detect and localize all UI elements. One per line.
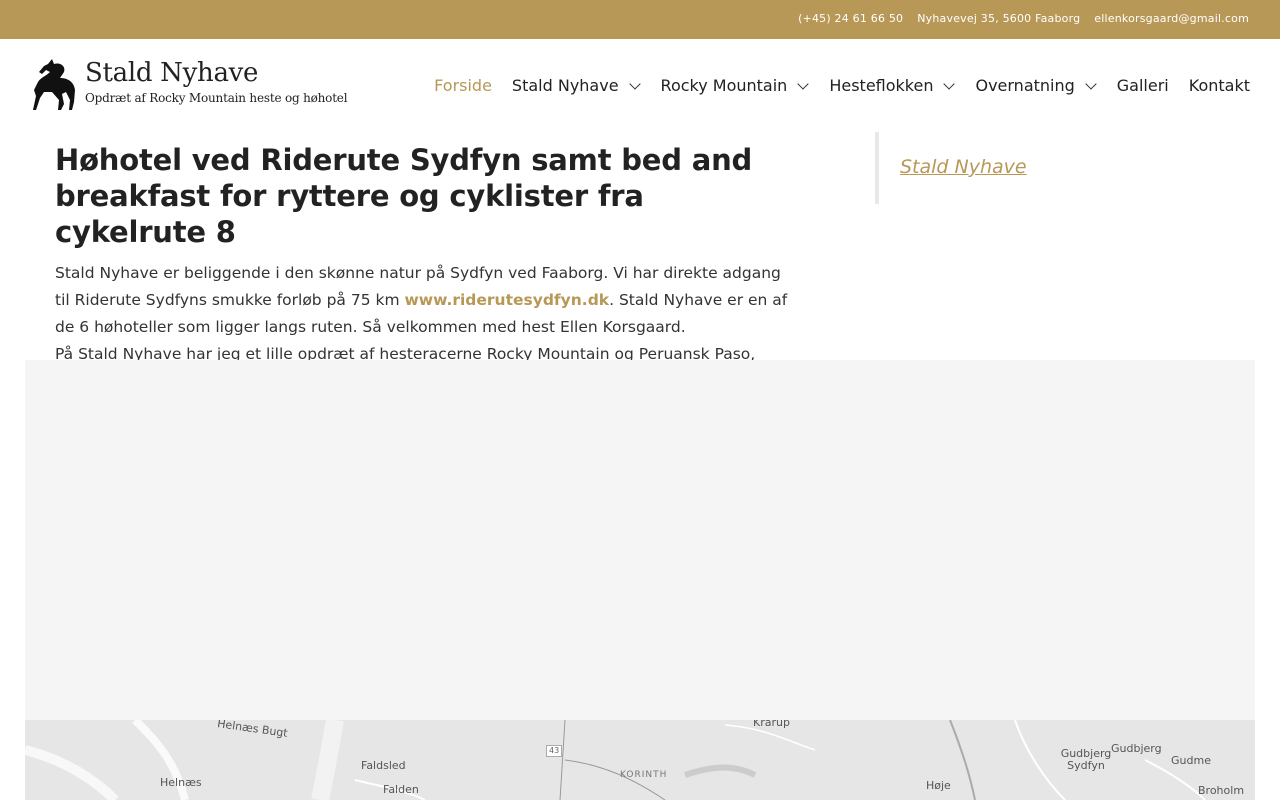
contact-info: (+45) 24 61 66 50 Nyhavevej 35, 5600 Faa… xyxy=(798,12,1249,25)
chevron-down-icon[interactable] xyxy=(797,77,809,90)
nav-label: Forside xyxy=(434,76,492,95)
nav-item-rocky-mountain[interactable]: Rocky Mountain xyxy=(661,76,810,95)
nav-label: Kontakt xyxy=(1188,76,1250,95)
map-label: Gudme xyxy=(1171,754,1211,767)
page-title: Høhotel ved Riderute Sydfyn samt bed and… xyxy=(55,143,753,249)
map-label: Falden xyxy=(383,783,419,796)
site-header: Stald Nyhave Opdræt af Rocky Mountain he… xyxy=(0,39,1280,131)
chevron-down-icon[interactable] xyxy=(628,77,641,90)
riderute-link[interactable]: www.riderutesydfyn.dk xyxy=(404,291,609,309)
nav-label: Overnatning xyxy=(975,76,1075,95)
map-label: Helnæs xyxy=(160,776,202,789)
horse-icon xyxy=(33,59,75,110)
sidebar: Stald Nyhave xyxy=(875,132,1255,204)
intro-paragraph: Stald Nyhave er beliggende i den skønne … xyxy=(55,260,795,341)
map-label: Faldsled xyxy=(361,759,406,772)
nav-item-overnatning[interactable]: Overnatning xyxy=(975,76,1097,95)
main-content: Høhotel ved Riderute Sydfyn samt bed and… xyxy=(55,142,795,395)
nav-label: Stald Nyhave xyxy=(511,76,619,95)
nav-item-forside[interactable]: Forside xyxy=(434,76,492,95)
logo-name: Stald Nyhave xyxy=(85,58,259,88)
email-link[interactable]: ellenkorsgaard@gmail.com xyxy=(1094,12,1249,25)
sidebar-link-stald-nyhave[interactable]: Stald Nyhave xyxy=(900,156,1027,178)
address: Nyhavevej 35, 5600 Faaborg xyxy=(917,12,1081,25)
nav-label: Galleri xyxy=(1116,76,1169,95)
nav-label: Rocky Mountain xyxy=(660,76,788,95)
location-map[interactable]: Helnæs Bugt Helnæs Faldsled Falden KORIN… xyxy=(25,720,1255,800)
logo-tagline: Opdræt af Rocky Mountain heste og høhote… xyxy=(85,91,348,105)
top-contact-bar: (+45) 24 61 66 50 Nyhavevej 35, 5600 Faa… xyxy=(0,0,1280,39)
main-navigation: Forside Stald Nyhave Rocky Mountain Hest… xyxy=(414,76,1250,95)
chevron-down-icon[interactable] xyxy=(1085,77,1097,90)
nav-item-kontakt[interactable]: Kontakt xyxy=(1189,76,1250,95)
chevron-down-icon[interactable] xyxy=(943,77,956,90)
nav-item-galleri[interactable]: Galleri xyxy=(1117,76,1169,95)
map-label: KORINTH xyxy=(620,770,668,780)
road-number-badge: 43 xyxy=(546,745,563,757)
nav-item-hesteflokken[interactable]: Hesteflokken xyxy=(829,76,956,95)
map-label: Krarup xyxy=(753,720,790,729)
map-label: Høje xyxy=(926,779,951,792)
nav-label: Hesteflokken xyxy=(829,76,934,95)
phone-number[interactable]: (+45) 24 61 66 50 xyxy=(798,12,903,25)
site-logo[interactable]: Stald Nyhave Opdræt af Rocky Mountain he… xyxy=(30,58,348,114)
media-placeholder xyxy=(25,360,1255,720)
map-label: Broholm xyxy=(1198,784,1245,797)
nav-item-stald-nyhave[interactable]: Stald Nyhave xyxy=(512,76,641,95)
map-label: Gudbjerg xyxy=(1111,742,1162,755)
map-label: Gudbjerg Sydfyn xyxy=(1060,747,1112,772)
